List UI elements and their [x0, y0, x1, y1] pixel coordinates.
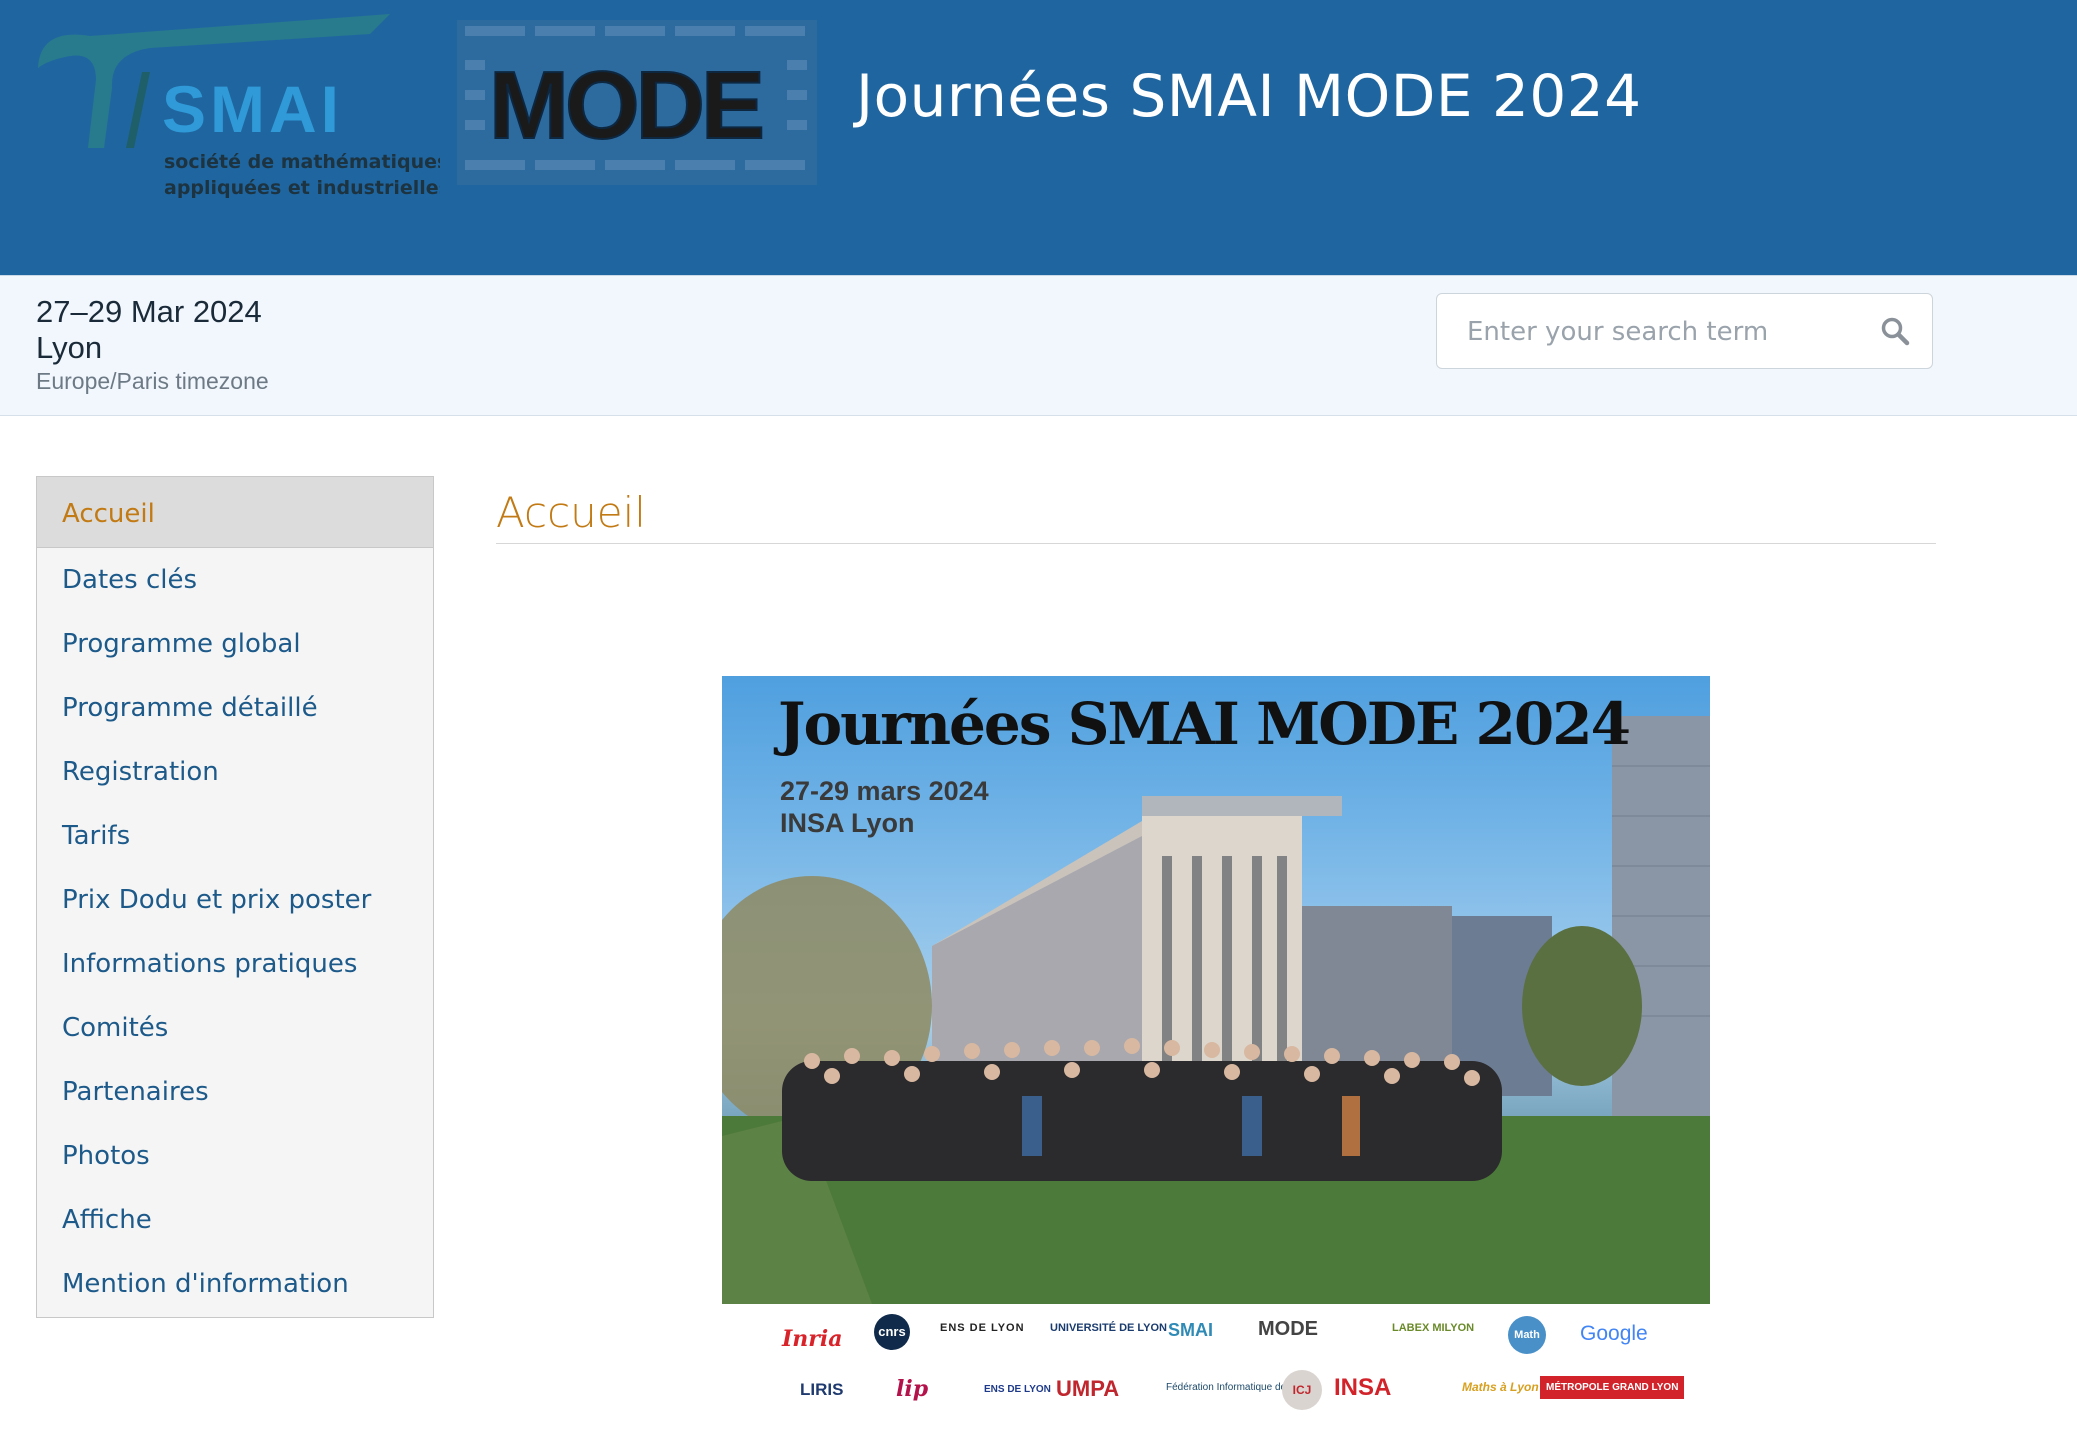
sidebar-item-mention-information[interactable]: Mention d'information	[37, 1252, 433, 1316]
partner-logos-row-1: Inria cnrs ENS DE LYON UNIVERSITÉ DE LYO…	[722, 1306, 1710, 1362]
logo-math: Math	[1508, 1316, 1546, 1354]
page-title: Accueil	[496, 488, 646, 537]
poster-title: Journées SMAI MODE 2024	[778, 690, 1631, 758]
logo-mode: MODE	[1258, 1318, 1318, 1340]
logo-lip: lip	[896, 1376, 929, 1402]
logo-google: Google	[1580, 1322, 1648, 1345]
logo-metropole-grand-lyon: MÉTROPOLE GRAND LYON	[1540, 1376, 1685, 1399]
event-title[interactable]: Journées SMAI MODE 2024	[856, 62, 1642, 130]
sidebar-item-dates-cles[interactable]: Dates clés	[37, 548, 433, 612]
sidebar-item-accueil[interactable]: Accueil	[37, 477, 433, 548]
logo-inria: Inria	[782, 1326, 843, 1352]
search-input[interactable]	[1465, 310, 1869, 354]
event-info-bar: 27–29 Mar 2024 Lyon Europe/Paris timezon…	[0, 275, 2077, 416]
sidebar-item-programme-global[interactable]: Programme global	[37, 612, 433, 676]
sidebar-item-tarifs[interactable]: Tarifs	[37, 804, 433, 868]
smai-logo-wordmark: SMAI	[162, 72, 343, 146]
smai-logo-caption-2: appliquées et industrielles	[164, 177, 440, 199]
logo-cnrs: cnrs	[874, 1314, 910, 1350]
page-header: SMAI société de mathématiques appliquées…	[0, 0, 2077, 275]
smai-logo-caption-1: société de mathématiques	[164, 151, 440, 173]
event-location: Lyon	[36, 330, 103, 365]
title-divider	[496, 543, 1936, 544]
poster-dates: 27-29 mars 2024	[780, 776, 989, 806]
logo-smai: SMAI	[1168, 1320, 1213, 1340]
logo-ens-lyon-2: ENS DE LYON	[984, 1384, 1051, 1395]
sidebar-menu: Accueil Dates clés Programme global Prog…	[36, 476, 434, 1318]
search-icon[interactable]	[1880, 316, 1910, 346]
logo-maths-a-lyon: Maths à Lyon	[1462, 1380, 1539, 1394]
sidebar-item-photos[interactable]: Photos	[37, 1124, 433, 1188]
logo-ens-lyon: ENS DE LYON	[940, 1322, 1025, 1334]
event-dates: 27–29 Mar 2024	[36, 294, 262, 329]
mode-logo-wordmark: MODE	[489, 52, 762, 159]
logo-universite-de-lyon: UNIVERSITÉ DE LYON	[1050, 1322, 1167, 1334]
poster-venue: INSA Lyon	[780, 808, 915, 838]
logo-liris: LIRIS	[800, 1380, 844, 1399]
partner-logos-row-2: LIRIS lip ENS DE LYON UMPA Fédération In…	[722, 1362, 1710, 1418]
logo-icj: ICJ	[1282, 1370, 1322, 1410]
logo-labex-milyon: LABEX MILYON	[1392, 1322, 1475, 1334]
event-timezone: Europe/Paris timezone	[36, 368, 269, 394]
smai-logo[interactable]: SMAI société de mathématiques appliquées…	[30, 8, 440, 208]
sidebar-item-registration[interactable]: Registration	[37, 740, 433, 804]
sidebar-item-informations-pratiques[interactable]: Informations pratiques	[37, 932, 433, 996]
sidebar-item-programme-detaille[interactable]: Programme détaillé	[37, 676, 433, 740]
sidebar-item-affiche[interactable]: Affiche	[37, 1188, 433, 1252]
logo-umpa: UMPA	[1056, 1376, 1120, 1401]
sidebar-item-comites[interactable]: Comités	[37, 996, 433, 1060]
sidebar-item-partenaires[interactable]: Partenaires	[37, 1060, 433, 1124]
mode-logo[interactable]: MODE	[457, 20, 817, 185]
poster-photo	[722, 716, 1710, 1304]
event-poster[interactable]: Journées SMAI MODE 2024 27-29 mars 2024 …	[722, 676, 1710, 1304]
search-box	[1436, 293, 1933, 369]
sidebar-item-prix[interactable]: Prix Dodu et prix poster	[37, 868, 433, 932]
logo-insa: INSA	[1334, 1374, 1392, 1401]
